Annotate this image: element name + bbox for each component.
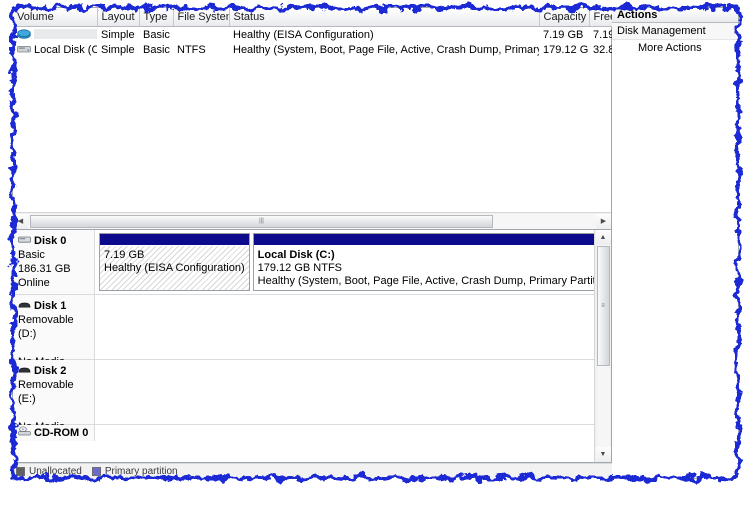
disk-name: Disk 0: [34, 235, 67, 247]
disk-row[interactable]: Disk 2 Removable (E:) No Media: [13, 360, 594, 433]
disk-size: 186.31 GB: [18, 263, 71, 275]
legend-swatch-primary-partition: [91, 467, 101, 476]
partition-capacity-bar: [253, 234, 594, 246]
table-header-row: Volume Layout Type File System Status Ca…: [13, 8, 645, 27]
scroll-up-arrow-icon[interactable]: ▲: [595, 230, 611, 245]
column-header-status[interactable]: Status: [229, 8, 540, 27]
disk-row[interactable]: CD-ROM 0: [13, 425, 594, 441]
graphical-view-vertical-scrollbar[interactable]: ▲ ≡ ▼: [594, 230, 611, 462]
volume-label-selection: [34, 28, 97, 39]
type-cell: Basic: [143, 43, 170, 56]
disk-partitions: [95, 295, 594, 359]
partition-label: Local Disk (C:): [257, 249, 335, 261]
column-header-type[interactable]: Type: [139, 8, 174, 27]
disk-header[interactable]: CD-ROM 0: [13, 425, 95, 441]
legend-label-unallocated: Unallocated: [29, 466, 82, 477]
disk-partitions: [95, 360, 594, 424]
status-cell: Healthy (System, Boot, Page File, Active…: [233, 43, 539, 56]
graphical-view-panel: Disk 0 Basic 186.31 GB Online 7.19 GB He…: [12, 230, 612, 463]
disk-type: Removable (E:): [18, 379, 74, 405]
disk-row[interactable]: Disk 0 Basic 186.31 GB Online 7.19 GB He…: [13, 230, 594, 295]
grip-icon: |||: [259, 218, 264, 224]
type-cell: Basic: [143, 28, 170, 41]
capacity-cell: 7.19 GB: [543, 28, 584, 41]
partition-eisa[interactable]: 7.19 GB Healthy (EISA Configuration): [99, 233, 250, 291]
volume-cell: [13, 27, 97, 43]
main-pane: Volume Layout Type File System Status Ca…: [12, 7, 645, 479]
table-row[interactable]: Simple Basic Healthy (EISA Configuration…: [13, 27, 644, 43]
disk-size: [18, 406, 89, 420]
partition-status: Healthy (EISA Configuration): [104, 262, 245, 274]
status-cell: Healthy (EISA Configuration): [233, 28, 374, 41]
cdrom-icon: [18, 426, 31, 440]
volume-list-horizontal-scrollbar[interactable]: ◀ ||| ▶: [13, 212, 611, 229]
grip-icon: ≡: [601, 303, 605, 309]
drive-icon-selected: [17, 28, 31, 39]
drive-icon: [17, 44, 31, 54]
partition-details: 7.19 GB Healthy (EISA Configuration): [100, 246, 249, 290]
disk-partitions: 7.19 GB Healthy (EISA Configuration) Loc…: [95, 230, 594, 294]
volume-name: Local Disk (C:): [34, 43, 97, 56]
removable-disk-icon: [18, 364, 31, 378]
disk-name: Disk 2: [34, 365, 67, 377]
file-system-cell: NTFS: [177, 43, 206, 56]
layout-cell: Simple: [101, 28, 135, 41]
scroll-thumb[interactable]: ≡: [596, 246, 610, 366]
partition-details: Local Disk (C:) 179.12 GB NTFS Healthy (…: [253, 246, 594, 290]
scroll-down-arrow-icon[interactable]: ▼: [595, 447, 611, 462]
legend-label-primary-partition: Primary partition: [104, 466, 178, 477]
volume-cell: Local Disk (C:): [13, 42, 97, 57]
partition-local-disk-c[interactable]: Local Disk (C:) 179.12 GB NTFS Healthy (…: [252, 233, 594, 291]
disk-row[interactable]: Disk 1 Removable (D:) No Media: [13, 295, 594, 368]
disk-type: Basic: [18, 249, 45, 261]
actions-item-disk-management[interactable]: Disk Management: [612, 23, 738, 40]
table-row[interactable]: Local Disk (C:) Simple Basic NTFS Health…: [13, 42, 644, 57]
disk-type: Removable (D:): [18, 314, 74, 340]
column-header-capacity[interactable]: Capacity: [539, 8, 590, 27]
disk-name: CD-ROM 0: [34, 427, 89, 439]
actions-item-more-actions[interactable]: More Actions: [612, 40, 738, 56]
legend: Unallocated Primary partition: [12, 463, 612, 479]
column-header-volume[interactable]: Volume: [13, 8, 98, 27]
column-header-layout[interactable]: Layout: [97, 8, 140, 27]
disk-management-window: Volume Layout Type File System Status Ca…: [12, 7, 739, 479]
partition-capacity-bar: [100, 234, 249, 246]
graphical-view-content: Disk 0 Basic 186.31 GB Online 7.19 GB He…: [13, 230, 594, 462]
file-system-cell: [173, 27, 229, 43]
scroll-thumb[interactable]: |||: [30, 214, 493, 228]
removable-disk-icon: [18, 299, 31, 313]
scroll-right-arrow-icon[interactable]: ▶: [596, 213, 611, 229]
disk-name: Disk 1: [34, 300, 67, 312]
legend-swatch-unallocated: [16, 467, 25, 476]
volume-list-panel: Volume Layout Type File System Status Ca…: [12, 7, 645, 230]
disk-size: [18, 341, 89, 355]
actions-pane-header: Actions: [612, 8, 738, 23]
partition-size: 179.12 GB NTFS: [257, 262, 343, 274]
column-header-file-system[interactable]: File System: [173, 8, 230, 27]
hard-disk-icon: [18, 234, 31, 248]
partition-status: Healthy (System, Boot, Page File, Active…: [257, 275, 594, 287]
disk-header[interactable]: Disk 0 Basic 186.31 GB Online: [13, 230, 95, 294]
capacity-cell: 179.12 GB: [543, 43, 589, 56]
volume-table: Volume Layout Type File System Status Ca…: [13, 8, 645, 57]
partition-size: 7.19 GB: [104, 249, 145, 261]
scroll-track[interactable]: |||: [28, 213, 596, 229]
disk-state: Online: [18, 277, 50, 289]
scroll-left-arrow-icon[interactable]: ◀: [13, 213, 28, 229]
disk-header[interactable]: Disk 2 Removable (E:) No Media: [13, 360, 95, 433]
disk-header[interactable]: Disk 1 Removable (D:) No Media: [13, 295, 95, 368]
disk-partitions: [95, 425, 594, 441]
layout-cell: Simple: [101, 43, 135, 56]
actions-pane: Actions Disk Management More Actions: [612, 7, 739, 479]
